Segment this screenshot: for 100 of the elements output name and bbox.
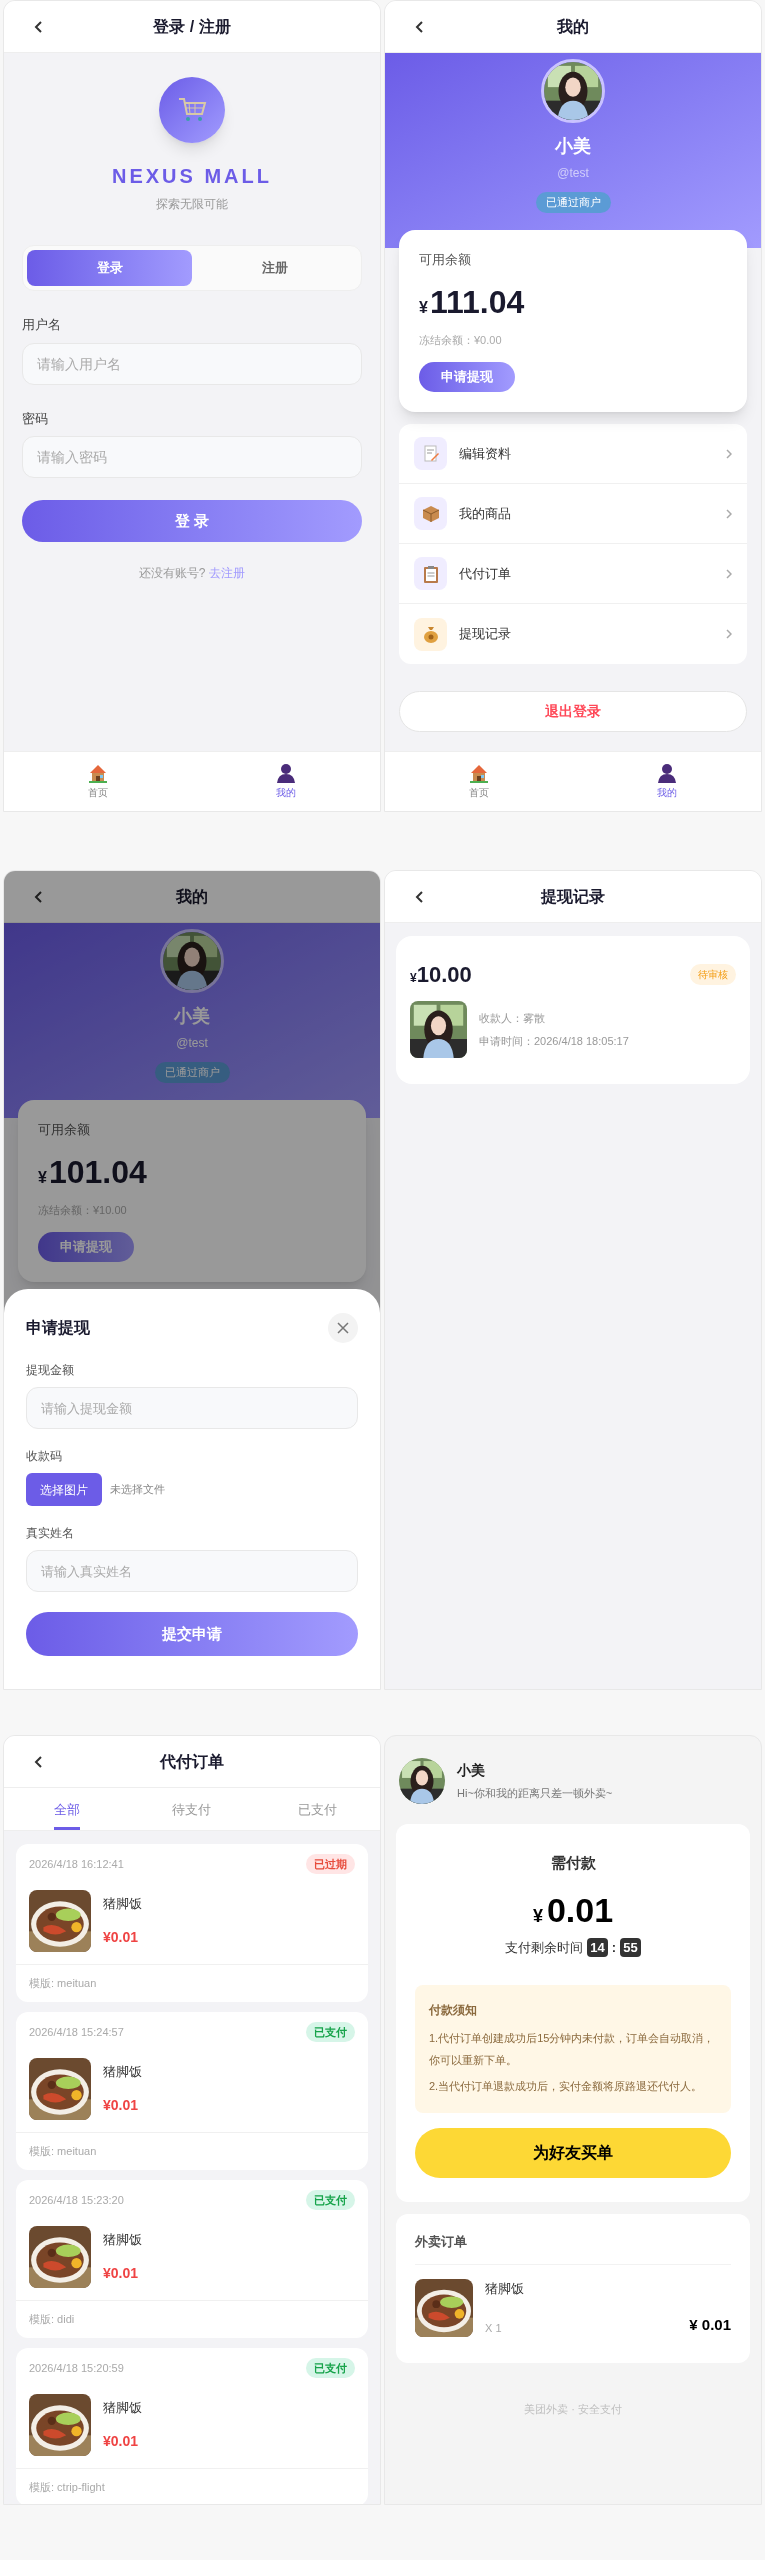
brand-slogan: 探索无限可能 <box>156 196 228 213</box>
user-name: 小美 <box>555 135 591 158</box>
user-name: 小美 <box>174 1005 210 1028</box>
order-time: 2026/4/18 15:23:20 <box>29 2192 124 2208</box>
back-icon[interactable] <box>415 20 424 33</box>
login-button[interactable]: 登 录 <box>22 500 362 542</box>
menu-item[interactable]: 编辑资料 <box>399 424 747 484</box>
nav-tab[interactable]: 我的 <box>573 752 761 811</box>
file-status: 未选择文件 <box>110 1482 165 1498</box>
close-icon <box>337 1322 349 1334</box>
item-name: 猪脚饭 <box>103 2399 142 2417</box>
countdown-label: 支付剩余时间 <box>505 1938 584 1957</box>
order-time: 2026/4/18 16:12:41 <box>29 1856 124 1872</box>
back-icon[interactable] <box>34 890 43 903</box>
menu-item[interactable]: 我的商品 <box>399 484 747 544</box>
input-field[interactable]: 请输入真实姓名 <box>26 1550 358 1592</box>
input-field[interactable]: 请输入用户名 <box>22 342 362 385</box>
money-bag-icon <box>421 625 440 643</box>
balance-amount: 101.04 <box>48 1155 147 1188</box>
status-badge: 已支付 <box>306 2021 355 2043</box>
template-label: 模版: ctrip-flight <box>16 2468 368 2504</box>
screen-title: 登录 / 注册 <box>153 16 231 37</box>
nav-tab[interactable]: 首页 <box>4 752 192 811</box>
withdraw-button[interactable]: 申请提现 <box>38 1232 134 1262</box>
currency-symbol: ¥ <box>410 971 417 987</box>
submit-button[interactable]: 提交申请 <box>26 1612 358 1656</box>
choose-file-button[interactable]: 选择图片 <box>26 1473 102 1506</box>
menu-item[interactable]: 代付订单 <box>399 544 747 604</box>
tab[interactable]: 全部 <box>4 1788 130 1830</box>
status-badge: 已过期 <box>306 1853 355 1875</box>
notice-title: 付款须知 <box>429 2002 478 2019</box>
clipboard-icon <box>421 564 440 583</box>
record-amount: 10.00 <box>416 961 472 989</box>
countdown-separator: : <box>611 1938 617 1957</box>
notice-text: 1.代付订单创建成功后15分钟内未付款，订单会自动取消，你可以重新下单。 <box>429 2031 716 2068</box>
screen-title: 我的 <box>557 16 589 37</box>
item-name: 猪脚饭 <box>485 2279 525 2298</box>
withdraw-button[interactable]: 申请提现 <box>419 362 515 392</box>
item-price: ¥0.01 <box>103 1928 140 1947</box>
status-badge: 已支付 <box>306 2357 355 2379</box>
greeting-text: Hi~你和我的距离只差一顿外卖~ <box>457 1786 613 1802</box>
currency-symbol: ¥ <box>419 297 428 318</box>
status-badge: 已通过商户 <box>535 192 611 213</box>
item-price: ¥ 0.01 <box>689 2315 731 2335</box>
screen-title: 代付订单 <box>160 1751 224 1772</box>
input-field[interactable]: 请输入密码 <box>22 436 362 478</box>
field-label: 密码 <box>22 409 48 428</box>
field-label: 真实姓名 <box>26 1525 75 1542</box>
tab[interactable]: 待支付 <box>129 1788 255 1830</box>
countdown-minutes: 14 <box>587 1937 608 1957</box>
template-label: 模版: didi <box>16 2300 368 2338</box>
order-time: 2026/4/18 15:20:59 <box>29 2360 124 2376</box>
nav-tab[interactable]: 我的 <box>192 752 380 811</box>
back-icon[interactable] <box>415 890 424 903</box>
currency-symbol: ¥ <box>532 1904 543 1928</box>
balance-label: 可用余额 <box>419 251 471 269</box>
countdown-seconds: 55 <box>620 1937 641 1957</box>
nav-tab[interactable]: 首页 <box>385 752 573 811</box>
due-amount: 0.01 <box>546 1889 614 1931</box>
screen-title: 我的 <box>176 886 208 907</box>
item-price: ¥0.01 <box>103 2096 140 2115</box>
apply-time: 申请时间：2026/4/18 18:05:17 <box>479 1033 629 1049</box>
user-name: 小美 <box>457 1761 486 1781</box>
status-badge: 已通过商户 <box>154 1062 230 1083</box>
user-icon <box>657 763 677 783</box>
pay-button[interactable]: 为好友买单 <box>415 2128 731 2178</box>
frozen-balance: 冻结余额：¥0.00 <box>419 332 502 348</box>
house-icon <box>469 763 489 783</box>
package-icon <box>421 504 440 523</box>
back-icon[interactable] <box>34 1755 43 1768</box>
status-badge: 已支付 <box>306 2189 355 2211</box>
screen-title: 提现记录 <box>541 886 605 907</box>
register-link[interactable]: 去注册 <box>209 564 246 582</box>
item-name: 猪脚饭 <box>103 1895 142 1913</box>
tab[interactable]: 已支付 <box>254 1788 380 1830</box>
chevron-right-icon <box>726 448 732 459</box>
input-field[interactable]: 请输入提现金额 <box>26 1387 358 1429</box>
user-icon <box>276 763 296 783</box>
field-label: 收款码 <box>26 1448 63 1465</box>
menu-item[interactable]: 提现记录 <box>399 604 747 664</box>
balance-label: 可用余额 <box>38 1121 90 1139</box>
chevron-right-icon <box>726 508 732 519</box>
field-label: 提现金额 <box>26 1362 75 1379</box>
order-time: 2026/4/18 15:24:57 <box>29 2024 124 2040</box>
user-handle: @test <box>557 165 589 182</box>
tab[interactable]: 登录 <box>27 250 192 286</box>
item-name: 猪脚饭 <box>103 2231 142 2249</box>
template-label: 模版: meituan <box>16 1964 368 2002</box>
logout-button[interactable]: 退出登录 <box>399 691 747 732</box>
item-price: ¥0.01 <box>103 2264 140 2283</box>
balance-amount: 111.04 <box>429 285 525 318</box>
item-name: 猪脚饭 <box>103 2063 142 2081</box>
sheet-title: 申请提现 <box>26 1318 90 1338</box>
status-badge: 待审核 <box>690 964 736 985</box>
template-label: 模版: meituan <box>16 2132 368 2170</box>
tab[interactable]: 注册 <box>192 250 357 286</box>
cart-icon <box>177 96 207 124</box>
brand-name: NEXUS MALL <box>112 164 272 189</box>
back-icon[interactable] <box>34 20 43 33</box>
close-button[interactable] <box>328 1313 358 1343</box>
